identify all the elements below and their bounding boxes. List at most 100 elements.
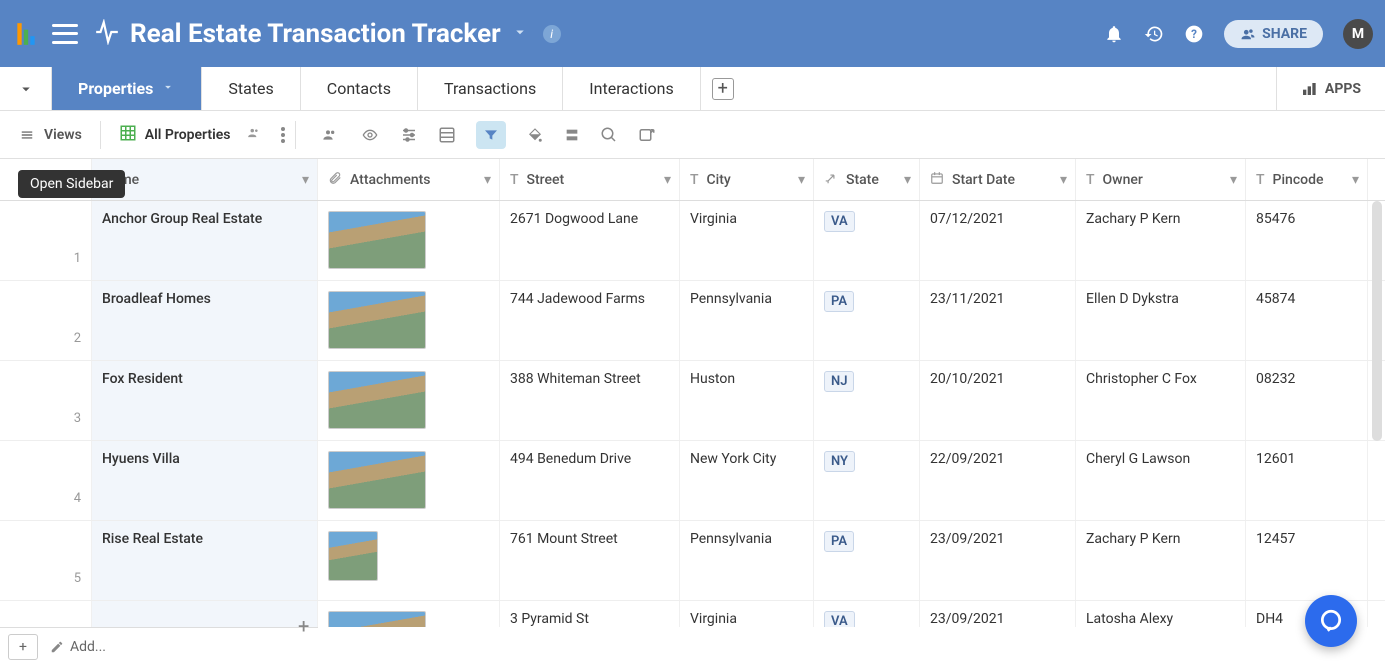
- apps-button[interactable]: APPS: [1276, 67, 1385, 110]
- cell-attachment[interactable]: [318, 521, 500, 600]
- tab-properties[interactable]: Properties: [52, 67, 202, 110]
- state-badge[interactable]: VA: [824, 211, 855, 232]
- state-badge[interactable]: PA: [824, 531, 854, 552]
- filter-icon[interactable]: [476, 121, 506, 149]
- cell-pincode[interactable]: 12457: [1246, 521, 1368, 600]
- attachment-thumb[interactable]: [328, 291, 426, 349]
- table-row[interactable]: 5Rise Real Estate761 Mount StreetPennsyl…: [0, 521, 1385, 601]
- current-view-chip[interactable]: All Properties: [111, 120, 271, 150]
- cell-name[interactable]: Anchor Group Real Estate: [92, 201, 318, 280]
- cell-pincode[interactable]: 45874: [1246, 281, 1368, 360]
- hide-icon[interactable]: [360, 127, 380, 143]
- paint-icon[interactable]: [526, 126, 544, 144]
- cell-street[interactable]: 2671 Dogwood Lane: [500, 201, 680, 280]
- add-row-button[interactable]: +: [8, 634, 38, 660]
- state-badge[interactable]: NJ: [824, 371, 854, 392]
- cell-name[interactable]: Rise Real Estate: [92, 521, 318, 600]
- cell-state[interactable]: PA: [814, 521, 920, 600]
- title-dropdown-icon[interactable]: [511, 23, 529, 45]
- attachment-thumb[interactable]: [328, 451, 426, 509]
- cell-start-date[interactable]: 23/09/2021: [920, 601, 1076, 627]
- col-city[interactable]: TCity▾: [680, 159, 814, 200]
- list-layout-icon[interactable]: [438, 126, 456, 144]
- cell-street[interactable]: 388 Whiteman Street: [500, 361, 680, 440]
- cell-owner[interactable]: Christopher C Fox: [1076, 361, 1246, 440]
- col-pincode[interactable]: TPincode▾: [1246, 159, 1368, 200]
- cell-city[interactable]: Pennsylvania: [680, 281, 814, 360]
- table-row[interactable]: 2Broadleaf Homes744 Jadewood FarmsPennsy…: [0, 281, 1385, 361]
- more-icon[interactable]: [281, 127, 285, 143]
- cell-owner[interactable]: Cheryl G Lawson: [1076, 441, 1246, 520]
- cell-start-date[interactable]: 23/09/2021: [920, 521, 1076, 600]
- add-row-label[interactable]: Add...: [50, 639, 106, 655]
- cell-name[interactable]: [92, 601, 318, 627]
- search-icon[interactable]: [600, 126, 618, 144]
- cell-attachment[interactable]: [318, 601, 500, 627]
- export-icon[interactable]: [638, 126, 656, 144]
- cell-name[interactable]: Fox Resident: [92, 361, 318, 440]
- cell-start-date[interactable]: 23/11/2021: [920, 281, 1076, 360]
- cell-state[interactable]: VA: [814, 601, 920, 627]
- table-row[interactable]: 1Anchor Group Real Estate2671 Dogwood La…: [0, 201, 1385, 281]
- row-height-icon[interactable]: [564, 127, 580, 143]
- cell-city[interactable]: Virginia: [680, 601, 814, 627]
- state-badge[interactable]: VA: [824, 611, 855, 627]
- notifications-icon[interactable]: [1104, 24, 1124, 44]
- table-row[interactable]: 4Hyuens Villa494 Benedum DriveNew York C…: [0, 441, 1385, 521]
- cell-street[interactable]: 3 Pyramid St: [500, 601, 680, 627]
- attachment-thumb[interactable]: [328, 531, 378, 581]
- history-icon[interactable]: [1144, 24, 1164, 44]
- cell-pincode[interactable]: 08232: [1246, 361, 1368, 440]
- cell-city[interactable]: Huston: [680, 361, 814, 440]
- cell-attachment[interactable]: [318, 441, 500, 520]
- cell-owner[interactable]: Ellen D Dykstra: [1076, 281, 1246, 360]
- attachment-thumb[interactable]: [328, 611, 426, 627]
- cell-owner[interactable]: Zachary P Kern: [1076, 201, 1246, 280]
- col-owner[interactable]: TOwner▾: [1076, 159, 1246, 200]
- attachment-thumb[interactable]: [328, 211, 426, 269]
- col-attachments[interactable]: Attachments▾: [318, 159, 500, 200]
- cell-name[interactable]: Broadleaf Homes: [92, 281, 318, 360]
- table-row[interactable]: 3 Pyramid StVirginia VA 23/09/2021Latosha …: [0, 601, 1385, 627]
- add-tab-button[interactable]: +: [701, 67, 745, 110]
- cell-start-date[interactable]: 22/09/2021: [920, 441, 1076, 520]
- cell-attachment[interactable]: [318, 201, 500, 280]
- cell-street[interactable]: 761 Mount Street: [500, 521, 680, 600]
- menu-icon[interactable]: [52, 24, 78, 44]
- cell-state[interactable]: PA: [814, 281, 920, 360]
- cell-owner[interactable]: Zachary P Kern: [1076, 521, 1246, 600]
- cell-street[interactable]: 744 Jadewood Farms: [500, 281, 680, 360]
- plus-icon[interactable]: +: [298, 614, 318, 634]
- state-badge[interactable]: NY: [824, 451, 855, 472]
- tab-transactions[interactable]: Transactions: [418, 67, 563, 110]
- cell-city[interactable]: New York City: [680, 441, 814, 520]
- sidebar-toggle[interactable]: [0, 67, 52, 110]
- cell-street[interactable]: 494 Benedum Drive: [500, 441, 680, 520]
- attachment-thumb[interactable]: [328, 371, 426, 429]
- cell-state[interactable]: VA: [814, 201, 920, 280]
- col-name[interactable]: Name▾: [92, 159, 318, 200]
- cell-state[interactable]: NY: [814, 441, 920, 520]
- cell-owner[interactable]: Latosha Alexy: [1076, 601, 1246, 627]
- info-icon[interactable]: i: [543, 25, 561, 43]
- cell-start-date[interactable]: 20/10/2021: [920, 361, 1076, 440]
- cell-pincode[interactable]: 85476: [1246, 201, 1368, 280]
- col-street[interactable]: TStreet▾: [500, 159, 680, 200]
- cell-start-date[interactable]: 07/12/2021: [920, 201, 1076, 280]
- help-icon[interactable]: ?: [1184, 24, 1204, 44]
- scrollbar[interactable]: [1372, 201, 1382, 441]
- share-button[interactable]: SHARE: [1224, 20, 1323, 48]
- cell-name[interactable]: Hyuens Villa: [92, 441, 318, 520]
- tab-contacts[interactable]: Contacts: [301, 67, 418, 110]
- cell-pincode[interactable]: 12601: [1246, 441, 1368, 520]
- views-menu-button[interactable]: Views: [10, 123, 90, 147]
- cell-city[interactable]: Pennsylvania: [680, 521, 814, 600]
- chat-button[interactable]: [1305, 595, 1357, 647]
- cell-city[interactable]: Virginia: [680, 201, 814, 280]
- app-logo[interactable]: [12, 20, 40, 48]
- cell-attachment[interactable]: [318, 361, 500, 440]
- settings-sliders-icon[interactable]: [400, 126, 418, 144]
- col-start-date[interactable]: Start Date▾: [920, 159, 1076, 200]
- cell-attachment[interactable]: [318, 281, 500, 360]
- people-icon[interactable]: [320, 127, 340, 143]
